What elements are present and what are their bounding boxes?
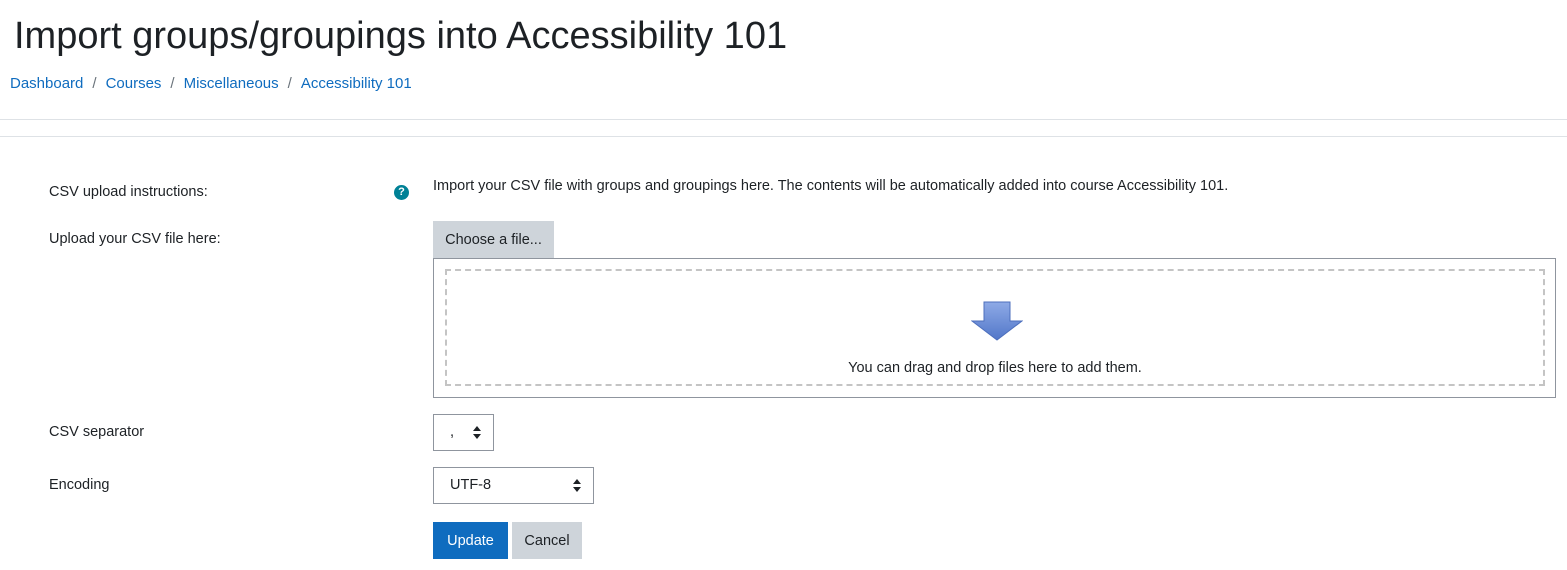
select-caret-icon — [473, 426, 481, 439]
question-circle-icon[interactable]: ? — [394, 185, 409, 200]
breadcrumb-miscellaneous[interactable]: Miscellaneous — [184, 75, 279, 92]
breadcrumb-course[interactable]: Accessibility 101 — [301, 75, 412, 92]
instructions-label: CSV upload instructions: — [49, 184, 208, 200]
header-divider — [0, 119, 1567, 120]
choose-file-button[interactable]: Choose a file... — [433, 221, 554, 258]
instructions-text: Import your CSV file with groups and gro… — [433, 178, 1229, 194]
encoding-label: Encoding — [49, 477, 110, 493]
down-arrow-icon — [971, 301, 1023, 341]
drop-zone[interactable]: You can drag and drop files here to add … — [445, 269, 1545, 386]
content-divider — [0, 136, 1567, 137]
upload-label: Upload your CSV file here: — [49, 231, 221, 247]
cancel-button[interactable]: Cancel — [512, 522, 582, 559]
breadcrumb-dashboard[interactable]: Dashboard — [10, 75, 83, 92]
select-caret-icon — [573, 479, 581, 492]
csv-separator-value: , — [450, 424, 455, 440]
page-title: Import groups/groupings into Accessibili… — [14, 15, 788, 57]
drop-zone-text: You can drag and drop files here to add … — [848, 360, 1142, 376]
breadcrumb-separator: / — [287, 75, 292, 92]
breadcrumb-separator: / — [92, 75, 97, 92]
breadcrumb-courses[interactable]: Courses — [106, 75, 162, 92]
breadcrumb-separator: / — [170, 75, 175, 92]
encoding-select[interactable]: UTF-8 — [433, 467, 594, 504]
file-manager: You can drag and drop files here to add … — [433, 258, 1556, 398]
update-button[interactable]: Update — [433, 522, 508, 559]
encoding-value: UTF-8 — [450, 477, 492, 493]
separator-label: CSV separator — [49, 424, 145, 440]
breadcrumb: Dashboard / Courses / Miscellaneous / Accessib… — [10, 73, 412, 95]
csv-separator-select[interactable]: , — [433, 414, 494, 451]
